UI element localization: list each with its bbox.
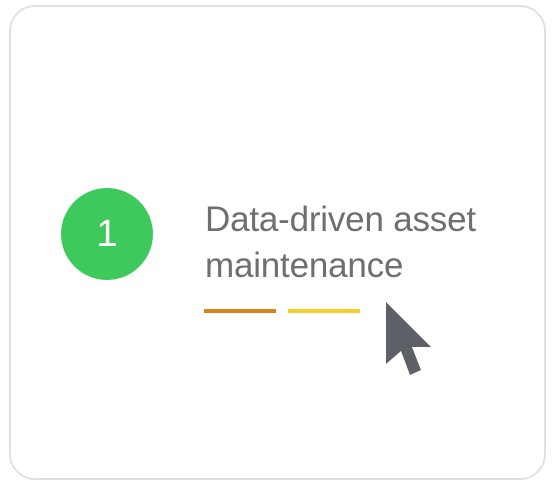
card-title-line-1: Data-driven asset — [205, 200, 476, 239]
card-title-line-2: maintenance — [205, 246, 404, 285]
accent-bar-orange — [204, 309, 276, 313]
card-title: Data-driven asset maintenance — [205, 197, 525, 289]
accent-bar-yellow — [288, 309, 360, 313]
step-number-badge: 1 — [61, 188, 153, 280]
step-number: 1 — [96, 213, 118, 255]
cursor-shape — [386, 302, 431, 375]
mouse-pointer-icon — [386, 302, 431, 375]
